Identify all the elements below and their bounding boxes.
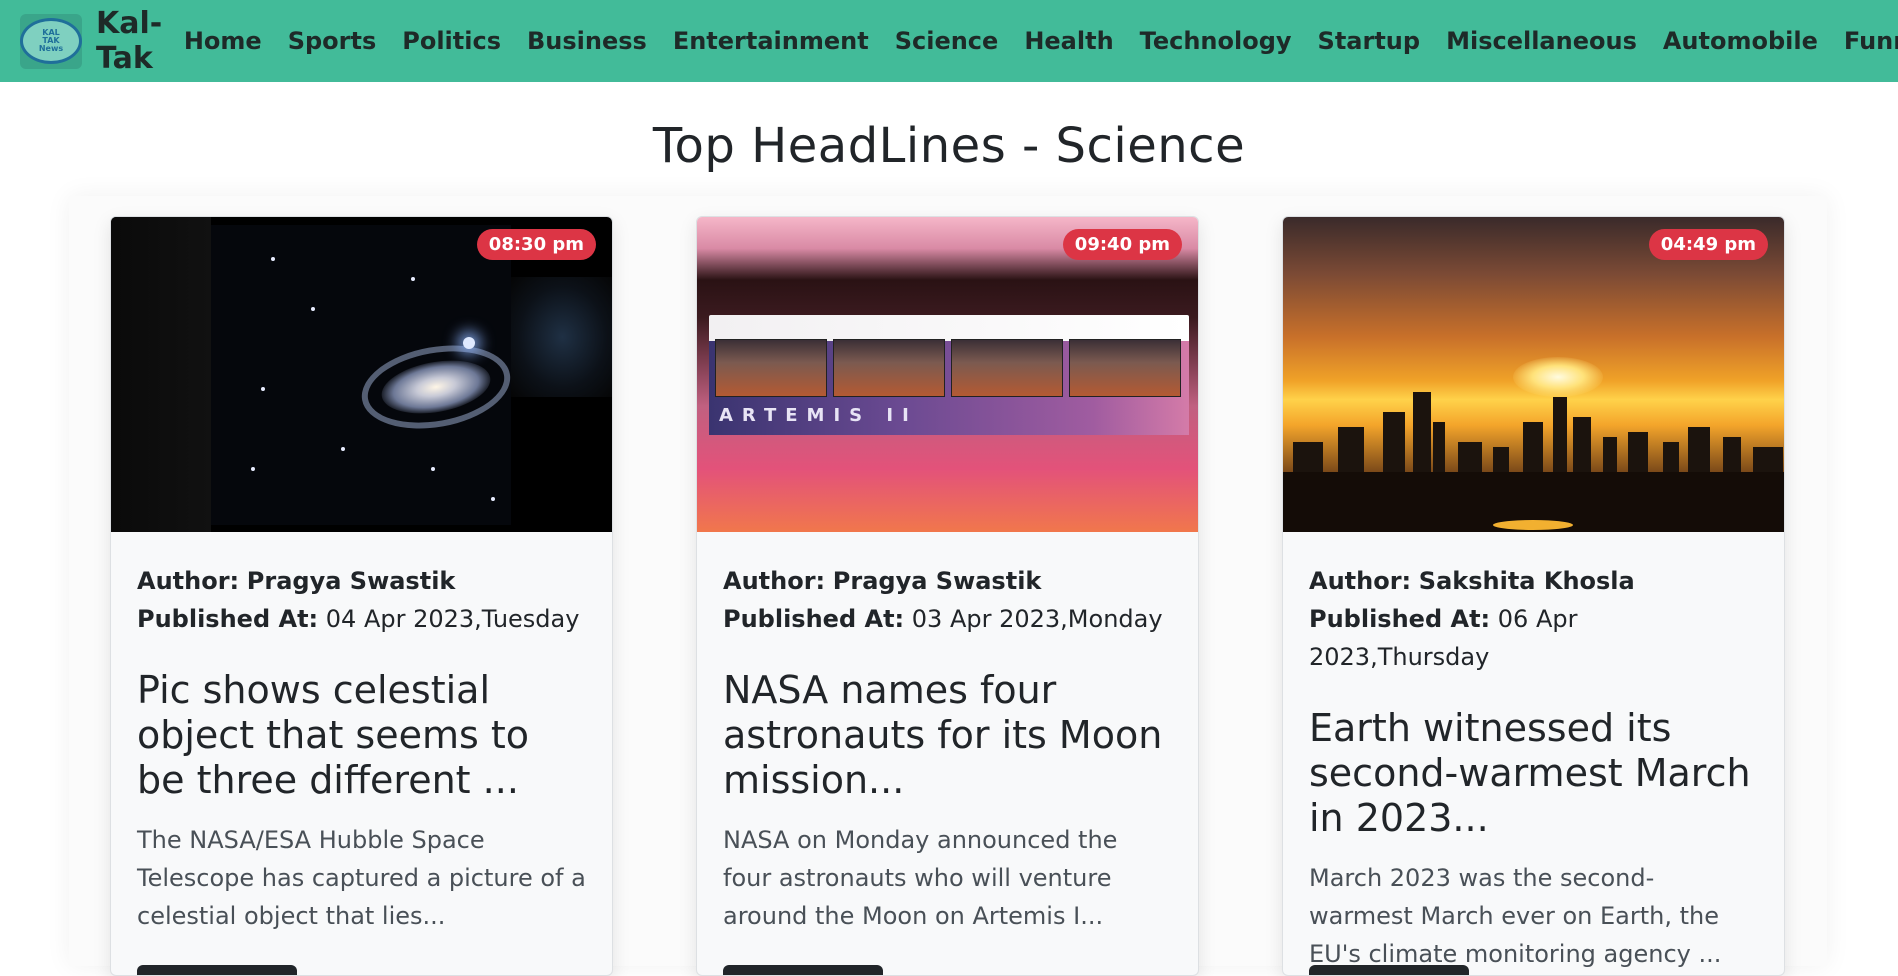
read-more-button[interactable] — [723, 965, 883, 975]
published-date: 03 Apr 2023,Monday — [911, 605, 1163, 633]
published-line: Published At: 04 Apr 2023,Tuesday — [137, 605, 580, 633]
logo[interactable]: KAL TAK News — [20, 13, 82, 69]
news-description: March 2023 was the second-warmest March … — [1309, 864, 1722, 968]
nav-link-automobile[interactable]: Automobile — [1663, 27, 1818, 55]
logo-text-3: News — [38, 44, 64, 53]
news-card: 04:49 pm Author: Sakshita Khosla Publish… — [1282, 216, 1785, 976]
author-name: Pragya Swastik — [246, 567, 456, 595]
news-headline[interactable]: Pic shows celestial object that seems to… — [137, 668, 586, 803]
time-badge: 08:30 pm — [476, 229, 596, 260]
news-headline[interactable]: Earth witnessed its second-warmest March… — [1309, 706, 1758, 841]
nav-links: Home Sports Politics Business Entertainm… — [184, 25, 1898, 57]
nav-link-politics[interactable]: Politics — [402, 27, 501, 55]
nav-link-funny[interactable]: Funny — [1844, 27, 1898, 55]
news-description: The NASA/ESA Hubble Space Telescope has … — [137, 826, 586, 930]
news-card: 08:30 pm Author: Pragya Swastik Publishe… — [110, 216, 613, 976]
logo-emblem: KAL TAK News — [20, 18, 82, 64]
nav-link-home[interactable]: Home — [184, 27, 262, 55]
artemis-banner-text: ARTEMIS II — [719, 405, 918, 426]
published-line: Published At: 06 Apr 2023,Thursday — [1309, 605, 1578, 671]
page-title: Top HeadLines - Science — [652, 118, 1246, 174]
brand-name[interactable]: Kal-Tak — [96, 6, 162, 76]
author-line: Author: Sakshita Khosla — [1309, 567, 1635, 595]
author-name: Pragya Swastik — [832, 567, 1042, 595]
news-description: NASA on Monday announced the four astron… — [723, 826, 1118, 930]
nav-link-business[interactable]: Business — [527, 27, 647, 55]
time-badge: 04:49 pm — [1648, 229, 1768, 260]
time-badge: 09:40 pm — [1062, 229, 1182, 260]
nav-link-health[interactable]: Health — [1024, 27, 1113, 55]
nav-link-startup[interactable]: Startup — [1318, 27, 1421, 55]
news-headline[interactable]: NASA names four astronauts for its Moon … — [723, 668, 1172, 803]
nav-link-entertainment[interactable]: Entertainment — [673, 27, 869, 55]
nav-link-science[interactable]: Science — [895, 27, 999, 55]
published-line: Published At: 03 Apr 2023,Monday — [723, 605, 1163, 633]
navbar: KAL TAK News Kal-Tak Home Sports Politic… — [0, 0, 1898, 82]
author-name: Sakshita Khosla — [1418, 567, 1635, 595]
author-line: Author: Pragya Swastik — [137, 567, 456, 595]
news-card: ARTEMIS II 09:40 pm Author: Pragya Swast… — [696, 216, 1199, 976]
news-image-galaxy[interactable]: 08:30 pm — [111, 217, 612, 532]
news-image-artemis[interactable]: ARTEMIS II 09:40 pm — [697, 217, 1198, 532]
published-date: 04 Apr 2023,Tuesday — [325, 605, 580, 633]
read-more-button[interactable] — [137, 965, 297, 975]
nav-link-sports[interactable]: Sports — [288, 27, 377, 55]
news-image-sunset[interactable]: 04:49 pm — [1283, 217, 1784, 532]
author-line: Author: Pragya Swastik — [723, 567, 1042, 595]
news-container: 08:30 pm Author: Pragya Swastik Publishe… — [69, 196, 1827, 976]
read-more-button[interactable] — [1309, 965, 1469, 975]
nav-link-technology[interactable]: Technology — [1140, 27, 1292, 55]
nav-link-miscellaneous[interactable]: Miscellaneous — [1446, 27, 1637, 55]
